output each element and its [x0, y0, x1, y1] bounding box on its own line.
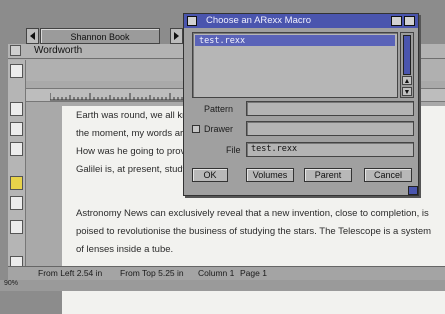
lightbulb-icon[interactable]	[10, 176, 23, 190]
graphics-icon[interactable]	[10, 220, 23, 234]
file-value: test.rexx	[251, 144, 298, 154]
doc-line: Astronomy News can exclusively reveal th…	[76, 208, 429, 219]
scroll-knob[interactable]	[403, 35, 411, 75]
pattern-label: Pattern	[204, 104, 234, 114]
scroll-up-icon[interactable]: ▲	[402, 76, 412, 85]
pattern-field[interactable]	[246, 101, 414, 116]
bottom-strip: 90%	[0, 280, 445, 291]
scroll-down-icon[interactable]: ▼	[402, 87, 412, 96]
doc-line: the moment, my words are n	[76, 128, 197, 139]
arrow-left-icon	[30, 32, 35, 40]
doc-line: How was he going to prove	[76, 146, 191, 157]
close-icon[interactable]	[187, 16, 197, 26]
ruler[interactable]	[50, 91, 190, 101]
status-from-left: From Left 2.54 in	[38, 268, 103, 278]
list-item-selected[interactable]: test.rexx	[195, 35, 395, 46]
page-icon[interactable]	[10, 64, 23, 78]
style-name: Shannon Book	[70, 32, 130, 42]
tool-sidebar	[8, 60, 26, 270]
close-gadget-icon[interactable]	[10, 45, 21, 56]
dialog-title: Choose an ARexx Macro	[206, 15, 312, 26]
arexx-macro-dialog: Choose an ARexx Macro test.rexx ▲ ▼ Patt…	[183, 13, 419, 196]
style-selector[interactable]: Shannon Book	[40, 28, 160, 44]
style-prev-button[interactable]	[26, 28, 39, 44]
drawer-field[interactable]	[246, 121, 414, 136]
style-next-button[interactable]	[170, 28, 183, 44]
volumes-button[interactable]: Volumes	[246, 168, 294, 182]
status-column: Column 1	[198, 268, 235, 278]
macro-list[interactable]: test.rexx	[192, 32, 398, 98]
zoom-icon[interactable]	[391, 16, 402, 26]
frame-icon[interactable]	[10, 142, 23, 156]
drawer-checkbox[interactable]	[192, 125, 200, 133]
clip-icon[interactable]	[10, 196, 23, 210]
zoom-level[interactable]: 90%	[4, 280, 18, 287]
doc-line: Earth was round, we all know	[76, 110, 200, 121]
arrow-right-icon	[174, 32, 179, 40]
pen-icon[interactable]	[10, 102, 23, 116]
doc-line: Galilei is, at present, studying	[76, 164, 201, 175]
dialog-title-bar[interactable]: Choose an ARexx Macro	[184, 14, 418, 28]
list-item-label: test.rexx	[199, 36, 246, 46]
doc-line: poised to revolutionise the business of …	[76, 226, 432, 237]
draw-icon[interactable]	[10, 122, 23, 136]
list-scrollbar[interactable]: ▲ ▼	[400, 32, 414, 98]
status-from-top: From Top 5.25 in	[120, 268, 184, 278]
status-page: Page 1	[240, 268, 267, 278]
depth-icon[interactable]	[404, 16, 415, 26]
drawer-label: Drawer	[204, 124, 234, 134]
file-field[interactable]: test.rexx	[246, 142, 414, 157]
resize-icon[interactable]	[408, 186, 418, 195]
ok-button[interactable]: OK	[192, 168, 228, 182]
wordworth-title: Wordworth	[34, 45, 83, 56]
status-bar: From Left 2.54 in From Top 5.25 in Colum…	[8, 266, 445, 280]
file-label: File	[226, 145, 241, 155]
cancel-button[interactable]: Cancel	[364, 168, 412, 182]
parent-button[interactable]: Parent	[304, 168, 352, 182]
doc-line: of lenses inside a tube.	[76, 244, 174, 255]
